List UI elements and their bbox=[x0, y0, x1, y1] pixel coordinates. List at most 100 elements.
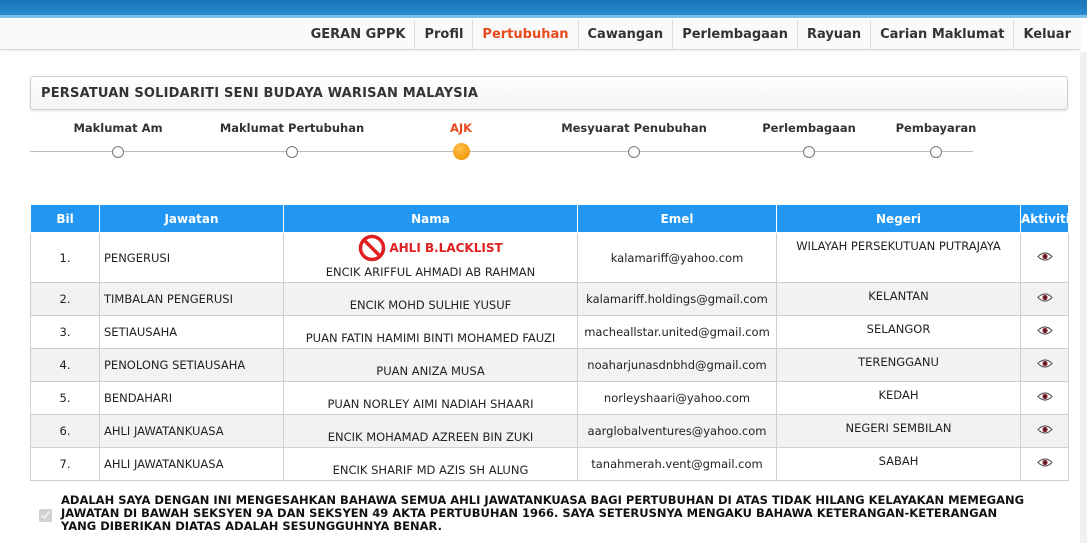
step-dot bbox=[628, 146, 640, 158]
cell-emel: tanahmerah.vent@gmail.com bbox=[577, 447, 777, 481]
cell-negeri: SELANGOR bbox=[776, 315, 1021, 349]
cell-aktiviti bbox=[1020, 232, 1069, 283]
cell-jawatan: SETIAUSAHA bbox=[99, 315, 284, 349]
nav-perlembagaan[interactable]: Perlembagaan bbox=[672, 20, 797, 49]
blacklist-label: AHLI B.LACKLIST bbox=[389, 241, 503, 255]
cell-aktiviti bbox=[1020, 414, 1069, 448]
eye-icon[interactable] bbox=[1036, 292, 1053, 303]
cell-nama: ENCIK MOHAMAD AZREEN BIN ZUKI bbox=[283, 414, 578, 448]
cell-negeri: NEGERI SEMBILAN bbox=[776, 414, 1021, 448]
cell-bil: 6. bbox=[30, 414, 100, 448]
member-name: ENCIK ARIFFUL AHMADI AB RAHMAN bbox=[325, 265, 536, 279]
cell-jawatan: AHLI JAWATANKUASA bbox=[99, 414, 284, 448]
cell-emel: norleyshaari@yahoo.com bbox=[577, 381, 777, 415]
cell-emel: aarglobalventures@yahoo.com bbox=[577, 414, 777, 448]
cell-bil: 7. bbox=[30, 447, 100, 481]
cell-aktiviti bbox=[1020, 348, 1069, 382]
table-row: 5. BENDAHARI PUAN NORLEY AIMI NADIAH SHA… bbox=[30, 381, 1069, 415]
cell-bil: 5. bbox=[30, 381, 100, 415]
blacklist-badge: AHLI B.LACKLIST bbox=[358, 234, 503, 262]
main-nav: GERAN GPPK Profil Pertubuhan Cawangan Pe… bbox=[0, 20, 1080, 50]
eye-icon[interactable] bbox=[1036, 251, 1053, 262]
nav-geran-gppk[interactable]: GERAN GPPK bbox=[302, 20, 415, 49]
cell-jawatan: PENGERUSI bbox=[99, 232, 284, 283]
cell-negeri: KELANTAN bbox=[776, 282, 1021, 316]
cell-bil: 2. bbox=[30, 282, 100, 316]
eye-icon[interactable] bbox=[1036, 358, 1053, 369]
nav-wrapper: GERAN GPPK Profil Pertubuhan Cawangan Pe… bbox=[0, 18, 1087, 52]
step-label: Mesyuarat Penubuhan bbox=[561, 121, 707, 135]
nav-rayuan[interactable]: Rayuan bbox=[796, 20, 870, 49]
cell-bil: 4. bbox=[30, 348, 100, 382]
cell-aktiviti bbox=[1020, 282, 1069, 316]
col-header-emel: Emel bbox=[577, 204, 777, 233]
col-header-bil: Bil bbox=[30, 204, 100, 233]
nav-pertubuhan[interactable]: Pertubuhan bbox=[472, 20, 577, 49]
step-dot bbox=[286, 146, 298, 158]
col-header-aktiviti: Aktiviti bbox=[1020, 204, 1070, 233]
cell-nama: PUAN NORLEY AIMI NADIAH SHAARI bbox=[283, 381, 578, 415]
step-dot bbox=[112, 146, 124, 158]
table-row: 3. SETIAUSAHA PUAN FATIN HAMIMI BINTI MO… bbox=[30, 315, 1069, 349]
step-ajk[interactable]: AJK bbox=[381, 118, 541, 160]
eye-icon[interactable] bbox=[1036, 325, 1053, 336]
cell-jawatan: BENDAHARI bbox=[99, 381, 284, 415]
declaration-block: ADALAH SAYA DENGAN INI MENGESAHKAN BAHAW… bbox=[39, 494, 1029, 533]
cell-emel: kalamariff@yahoo.com bbox=[577, 232, 777, 283]
prohibited-icon bbox=[359, 234, 386, 262]
step-label: Maklumat Am bbox=[73, 121, 163, 135]
cell-jawatan: AHLI JAWATANKUASA bbox=[99, 447, 284, 481]
cell-negeri: SABAH bbox=[776, 447, 1021, 481]
table-header-row: Bil Jawatan Nama Emel Negeri Aktiviti bbox=[30, 204, 1070, 233]
step-dot bbox=[930, 146, 942, 158]
cell-emel: noaharjunasdnbhd@gmail.com bbox=[577, 348, 777, 382]
col-header-nama: Nama bbox=[283, 204, 578, 233]
page-title: PERSATUAN SOLIDARITI SENI BUDAYA WARISAN… bbox=[41, 85, 479, 101]
cell-nama: ENCIK MOHD SULHIE YUSUF bbox=[283, 282, 578, 316]
col-header-jawatan: Jawatan bbox=[99, 204, 284, 233]
step-dot bbox=[803, 146, 815, 158]
cell-nama: PUAN ANIZA MUSA bbox=[283, 348, 578, 382]
step-maklumat-am[interactable]: Maklumat Am bbox=[38, 118, 198, 158]
step-maklumat-pertubuhan[interactable]: Maklumat Pertubuhan bbox=[212, 118, 372, 158]
step-label: AJK bbox=[449, 121, 473, 135]
progress-stepper: Maklumat Am Maklumat Pertubuhan AJK Mesy… bbox=[30, 118, 976, 166]
cell-bil: 1. bbox=[30, 232, 100, 283]
step-label: Maklumat Pertubuhan bbox=[219, 121, 365, 135]
cell-emel: macheallstar.united@gmail.com bbox=[577, 315, 777, 349]
cell-negeri: WILAYAH PERSEKUTUAN PUTRAJAYA bbox=[776, 232, 1021, 283]
cell-negeri: KEDAH bbox=[776, 381, 1021, 415]
ajk-table: Bil Jawatan Nama Emel Negeri Aktiviti 1.… bbox=[30, 204, 1070, 481]
cell-aktiviti bbox=[1020, 381, 1069, 415]
cell-jawatan: TIMBALAN PENGERUSI bbox=[99, 282, 284, 316]
cell-jawatan: PENOLONG SETIAUSAHA bbox=[99, 348, 284, 382]
nav-carian-maklumat[interactable]: Carian Maklumat bbox=[870, 20, 1013, 49]
table-row: 1. PENGERUSI AHLI B.LACKLIST ENCIK ARIFF… bbox=[30, 232, 1069, 283]
step-pembayaran[interactable]: Pembayaran bbox=[856, 118, 1016, 158]
declaration-text: ADALAH SAYA DENGAN INI MENGESAHKAN BAHAW… bbox=[61, 493, 1025, 533]
col-header-negeri: Negeri bbox=[776, 204, 1021, 233]
table-row: 6. AHLI JAWATANKUASA ENCIK MOHAMAD AZREE… bbox=[30, 414, 1069, 448]
cell-emel: kalamariff.holdings@gmail.com bbox=[577, 282, 777, 316]
cell-nama: ENCIK SHARIF MD AZIS SH ALUNG bbox=[283, 447, 578, 481]
table-row: 7. AHLI JAWATANKUASA ENCIK SHARIF MD AZI… bbox=[30, 447, 1069, 481]
eye-icon[interactable] bbox=[1036, 457, 1053, 468]
page-scrollbar[interactable] bbox=[1080, 52, 1087, 543]
cell-bil: 3. bbox=[30, 315, 100, 349]
step-mesyuarat-penubuhan[interactable]: Mesyuarat Penubuhan bbox=[554, 118, 714, 158]
eye-icon[interactable] bbox=[1036, 424, 1053, 435]
nav-profil[interactable]: Profil bbox=[414, 20, 472, 49]
cell-aktiviti bbox=[1020, 447, 1069, 481]
step-dot-current bbox=[452, 143, 470, 160]
eye-icon[interactable] bbox=[1036, 391, 1053, 402]
table-row: 2. TIMBALAN PENGERUSI ENCIK MOHD SULHIE … bbox=[30, 282, 1069, 316]
organisation-title-panel: PERSATUAN SOLIDARITI SENI BUDAYA WARISAN… bbox=[30, 76, 1068, 110]
table-row: 4. PENOLONG SETIAUSAHA PUAN ANIZA MUSA n… bbox=[30, 348, 1069, 382]
declaration-checkbox[interactable] bbox=[39, 509, 52, 522]
nav-cawangan[interactable]: Cawangan bbox=[577, 20, 673, 49]
top-banner bbox=[0, 0, 1087, 18]
nav-keluar[interactable]: Keluar bbox=[1013, 20, 1080, 49]
cell-nama: AHLI B.LACKLIST ENCIK ARIFFUL AHMADI AB … bbox=[283, 232, 578, 283]
step-label: Pembayaran bbox=[895, 121, 977, 135]
cell-negeri: TERENGGANU bbox=[776, 348, 1021, 382]
